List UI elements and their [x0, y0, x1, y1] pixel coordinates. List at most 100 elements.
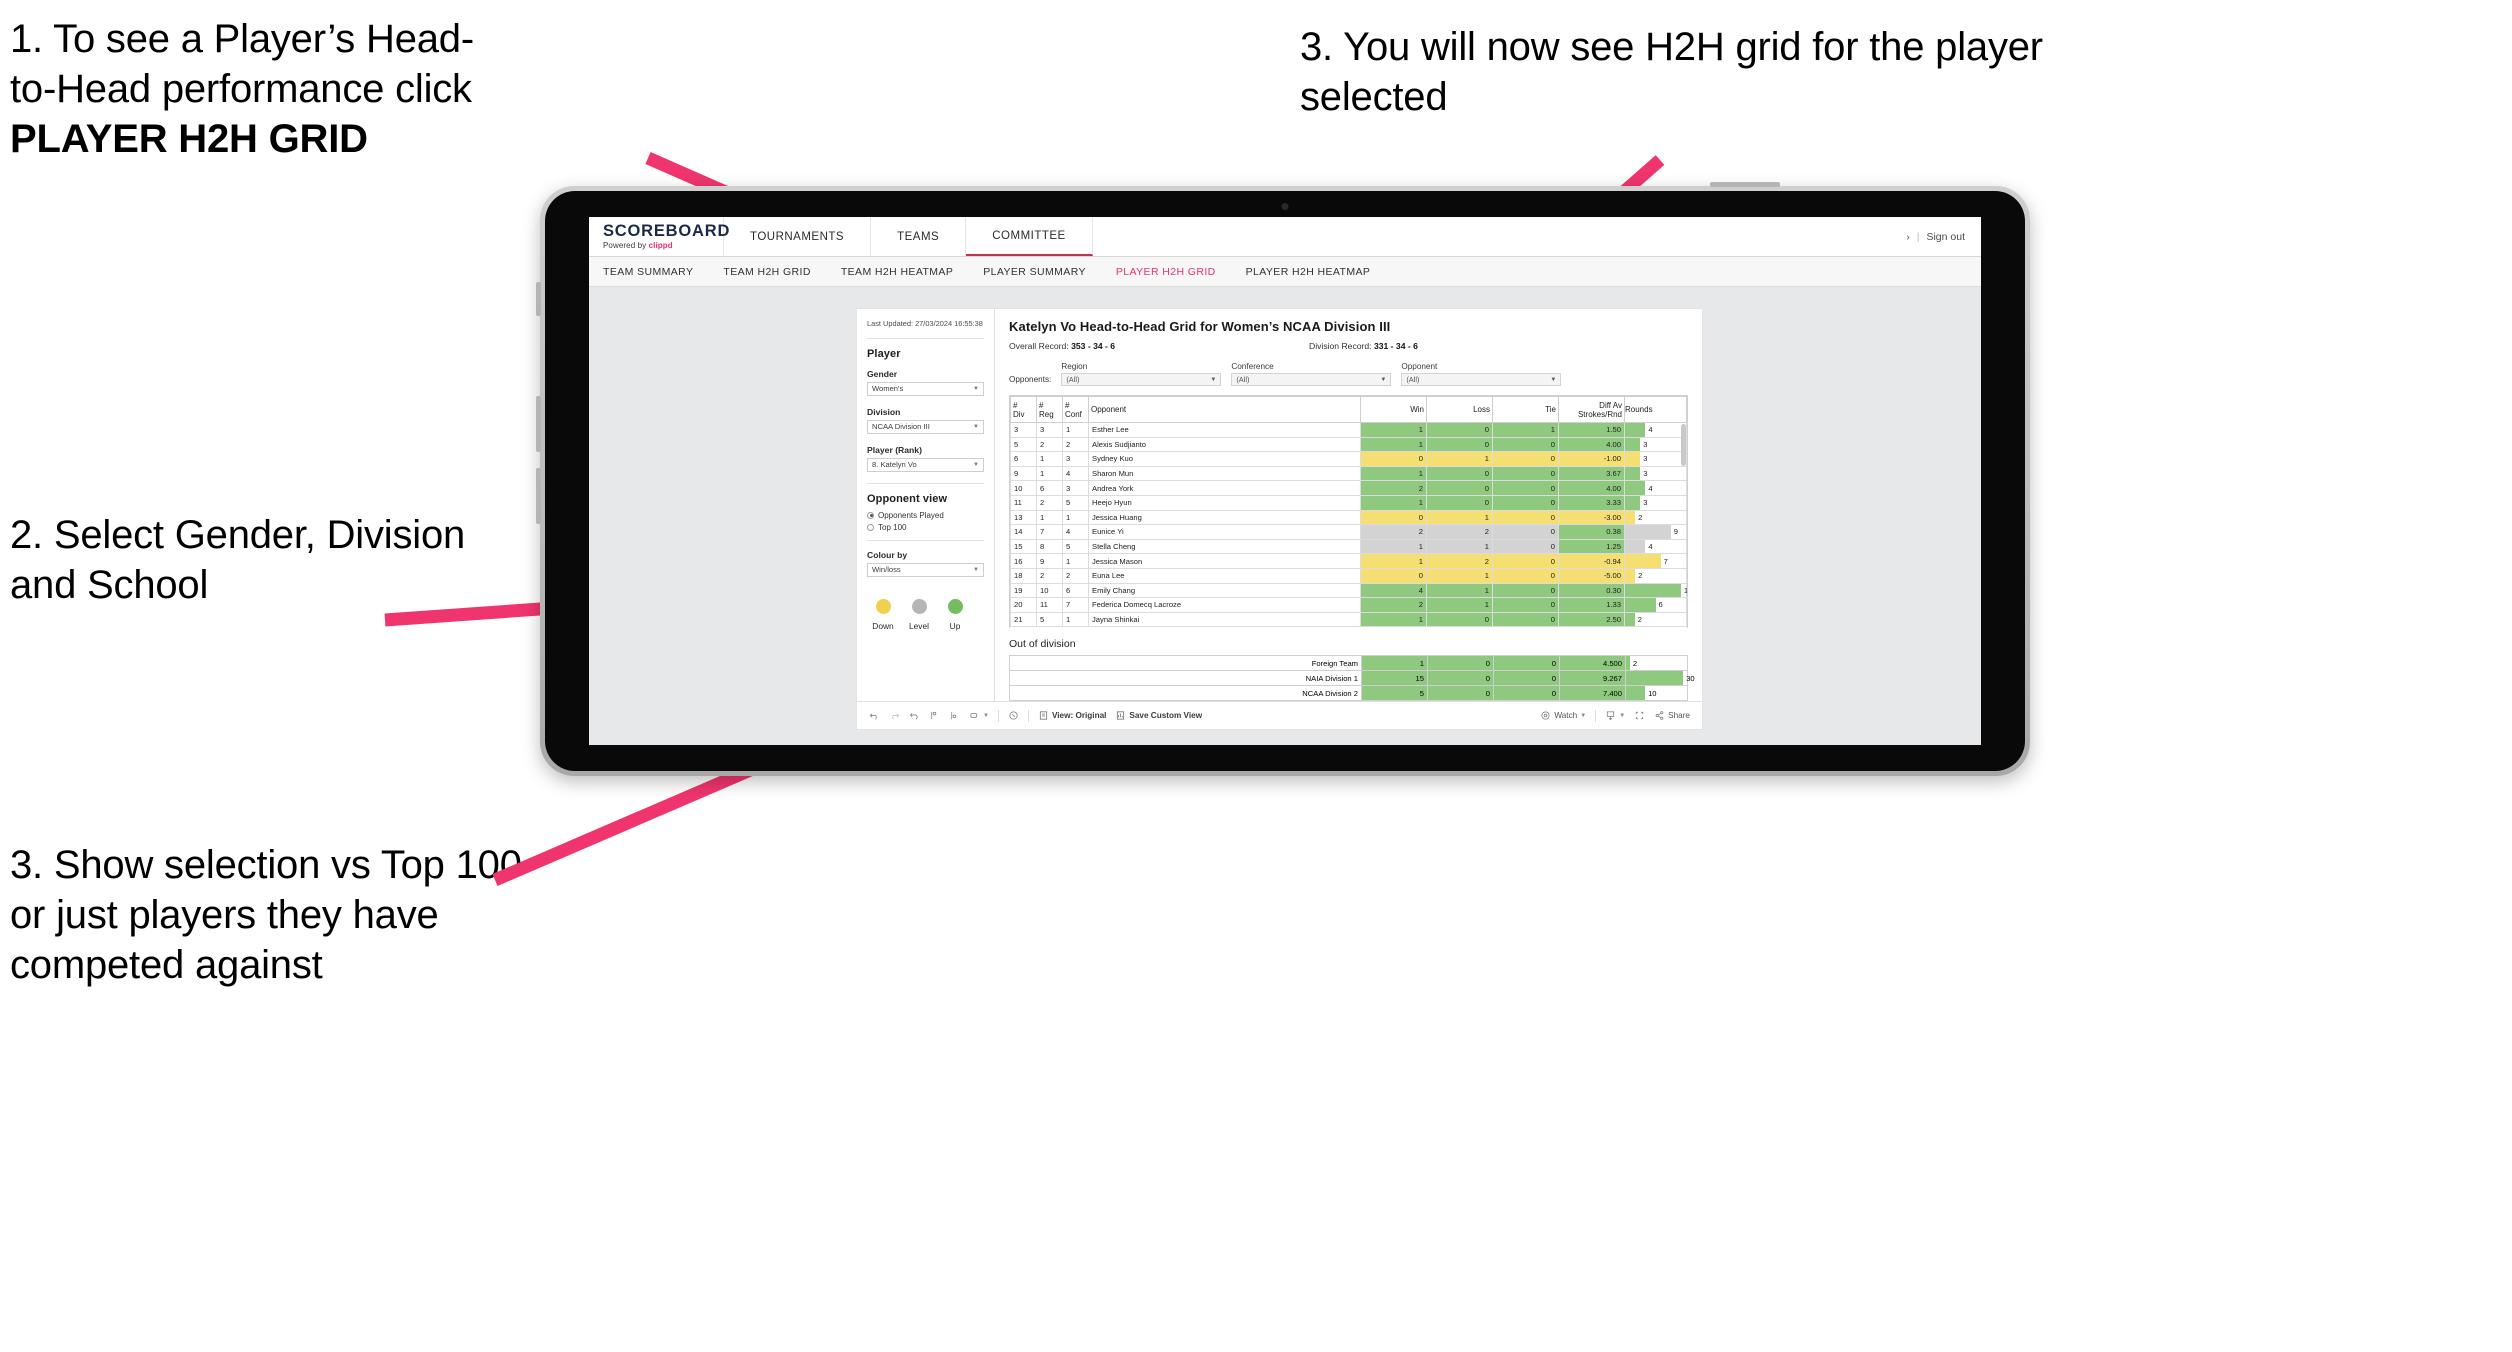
opponent-label: Opponent	[1401, 362, 1438, 371]
out-of-division-title: Out of division	[1009, 638, 1076, 650]
redo-icon[interactable]	[889, 710, 900, 721]
table-row[interactable]: 18 2 2 Euna Lee 0 1 0 -5.00 2	[1010, 567, 1687, 584]
cell-ood-diff: 7.400	[1559, 685, 1626, 701]
cell-diff: -5.00	[1558, 567, 1625, 584]
cell-reg: 1	[1036, 451, 1063, 467]
out-of-division-row[interactable]: Foreign Team 1 0 0 4.500 2	[1009, 655, 1688, 671]
cell-diff: -1.00	[1558, 451, 1625, 467]
player-select[interactable]: 8. Katelyn Vo ▼	[867, 457, 984, 472]
overall-record-label: Overall Record:	[1009, 341, 1072, 351]
cell-div: 6	[1010, 451, 1037, 467]
refresh-icon[interactable]	[929, 710, 940, 721]
view-original-button[interactable]: View: Original	[1038, 710, 1106, 721]
division-value: NCAA Division III	[872, 422, 930, 432]
tab-team-summary[interactable]: TEAM SUMMARY	[603, 266, 693, 278]
table-row[interactable]: 9 1 4 Sharon Mun 1 0 0 3.67 3	[1010, 465, 1687, 482]
table-row-clipped[interactable]: 21 5 1 Jayna Shinkai 1 0 0 2.50 2	[1010, 611, 1687, 628]
cell-loss: 0	[1426, 436, 1493, 453]
cell-loss: 1	[1426, 451, 1493, 467]
tab-player-summary[interactable]: PLAYER SUMMARY	[983, 266, 1086, 278]
table-row[interactable]: 20 11 7 Federica Domecq Lacroze 2 1 0 1.33 6	[1010, 597, 1687, 613]
cell-div: 19	[1010, 582, 1037, 599]
cell-loss: 1	[1426, 509, 1493, 526]
undo-icon[interactable]	[869, 710, 880, 721]
gender-label: Gender	[867, 368, 898, 379]
pause-auto-update-icon[interactable]	[1008, 710, 1019, 721]
share-button[interactable]: Share	[1654, 710, 1690, 721]
cell-reg: 3	[1036, 422, 1063, 438]
table-row[interactable]: 14 7 4 Eunice Yi 2 2 0 0.38 9	[1010, 524, 1687, 540]
visualization-container: Last Updated: 27/03/2024 16:55:38 Player…	[857, 309, 1702, 729]
chevron-right-icon[interactable]: ›	[1906, 231, 1910, 243]
tablet-button-volume-down	[536, 468, 541, 524]
fullscreen-icon[interactable]	[1634, 710, 1645, 721]
h2h-table-head: #Div #Reg #Conf Opponent Win Loss Tie	[1010, 396, 1687, 423]
table-row[interactable]: 19106Emily Chang4100.3011	[1010, 582, 1687, 599]
opponent-filter-row: Opponents: Region (All) ▼ Conference (Al…	[1009, 362, 1688, 386]
col-win: Win	[1360, 396, 1427, 423]
table-row[interactable]: 6 1 3 Sydney Kuo 0 1 0 -1.00 3	[1010, 451, 1687, 467]
logo-brand-clippd: clippd	[648, 241, 673, 251]
cell-loss: 1	[1426, 597, 1493, 613]
cell-div: 15	[1010, 538, 1037, 555]
cell-loss: 0	[1426, 480, 1493, 496]
sidebar-divider-3	[867, 539, 984, 541]
annotation-1-line-2: to-Head performance click	[10, 67, 472, 111]
pause-icon[interactable]	[949, 710, 960, 721]
sign-out-link[interactable]: Sign out	[1926, 231, 1965, 243]
cell-loss: 2	[1426, 553, 1493, 569]
out-of-division-row[interactable]: NCAA Division 2 5 0 0 7.400 10	[1009, 685, 1688, 701]
chevron-down-icon: ▼	[973, 423, 979, 430]
revert-icon[interactable]	[909, 710, 920, 721]
radio-top-100[interactable]: Top 100	[867, 523, 984, 532]
download-icon[interactable]: ▼	[1605, 710, 1625, 721]
cell-opponent: Sharon Mun	[1088, 465, 1361, 482]
nav-item-committee[interactable]: COMMITTEE	[966, 217, 1093, 256]
table-vertical-scrollbar[interactable]	[1681, 424, 1686, 466]
watch-button[interactable]: Watch ▼	[1540, 710, 1586, 721]
rectangle-select-icon[interactable]: ▼	[969, 710, 989, 721]
tab-team-h2h-grid[interactable]: TEAM H2H GRID	[723, 266, 810, 278]
region-select[interactable]: (All) ▼	[1061, 373, 1222, 386]
cell-ood-name: Foreign Team	[1009, 655, 1362, 671]
tab-player-h2h-grid[interactable]: PLAYER H2H GRID	[1116, 266, 1216, 278]
gender-select[interactable]: Women's ▼	[867, 381, 984, 396]
legend-dot-level	[911, 598, 927, 614]
cell-tie: 0	[1492, 436, 1559, 453]
division-label: Division	[867, 406, 901, 417]
radio-opponents-played[interactable]: Opponents Played	[867, 511, 984, 520]
tab-player-h2h-heatmap[interactable]: PLAYER H2H HEATMAP	[1246, 266, 1371, 278]
cell-win: 0	[1360, 451, 1427, 467]
tab-team-h2h-heatmap[interactable]: TEAM H2H HEATMAP	[841, 266, 953, 278]
cell-conf: 3	[1062, 451, 1089, 467]
conference-select[interactable]: (All) ▼	[1231, 373, 1392, 386]
cell-conf: 1	[1062, 509, 1089, 526]
cell-opponent: Federica Domecq Lacroze	[1088, 597, 1361, 613]
save-custom-view-button[interactable]: Save Custom View	[1115, 710, 1202, 721]
table-row[interactable]: 13 1 1 Jessica Huang 0 1 0 -3.00 2	[1010, 509, 1687, 526]
cell-reg: 1	[1036, 509, 1063, 526]
cell-win: 2	[1360, 524, 1427, 540]
nav-item-teams[interactable]: TEAMS	[871, 217, 967, 256]
table-row[interactable]: 5 2 2 Alexis Sudjianto 1 0 0 4.00 3	[1010, 436, 1687, 453]
table-row[interactable]: 15 8 5 Stella Cheng 1 1 0 1.25 4	[1010, 538, 1687, 555]
colour-by-select[interactable]: Win/loss ▼	[867, 562, 984, 577]
tablet-antenna-band	[1710, 182, 1780, 187]
table-row[interactable]: 10 6 3 Andrea York 2 0 0 4.00 4	[1010, 480, 1687, 496]
nav-item-tournaments[interactable]: TOURNAMENTS	[724, 217, 872, 256]
chevron-down-icon: ▼	[1550, 376, 1557, 383]
cell-opponent: Jessica Huang	[1088, 509, 1361, 526]
radio-opponents-played-label: Opponents Played	[878, 510, 944, 520]
division-select[interactable]: NCAA Division III ▼	[867, 419, 984, 434]
scoreboard-logo[interactable]: SCOREBOARD Powered by clippd	[589, 217, 729, 256]
opponent-select[interactable]: (All) ▼	[1401, 373, 1562, 386]
cell-rounds: 3	[1624, 451, 1687, 467]
table-row[interactable]: 3 3 1 Esther Lee 1 0 1 1.50 4	[1010, 422, 1687, 438]
table-row[interactable]: 16 9 1 Jessica Mason 1 2 0 -0.94 7	[1010, 553, 1687, 569]
table-row[interactable]: 11 2 5 Heejo Hyun 1 0 0 3.33 3	[1010, 494, 1687, 511]
cell-opponent: Euna Lee	[1088, 567, 1361, 584]
cell-rounds: 3	[1624, 465, 1687, 482]
col-diff: Diff Av Strokes/Rnd	[1558, 396, 1625, 423]
out-of-division-row[interactable]: NAIA Division 1 15 0 0 9.267 30	[1009, 670, 1695, 686]
cell-rounds: 2	[1624, 567, 1687, 584]
